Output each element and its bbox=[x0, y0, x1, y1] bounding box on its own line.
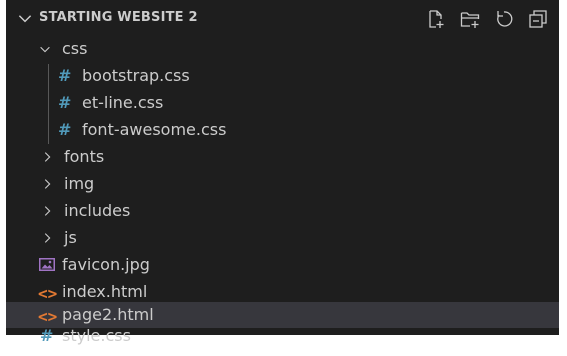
tree-folder-css[interactable]: css bbox=[6, 36, 559, 63]
css-file-icon: # bbox=[58, 93, 72, 112]
tree-file-et-line-css[interactable]: # et-line.css bbox=[6, 90, 559, 117]
image-icon bbox=[39, 258, 55, 271]
new-file-button[interactable] bbox=[425, 8, 447, 30]
css-file-icon: # bbox=[58, 66, 72, 85]
tree-file-font-awesome-css[interactable]: # font-awesome.css bbox=[6, 117, 559, 144]
new-file-icon bbox=[429, 10, 444, 28]
section-title: STARTING WEBSITE 2 bbox=[39, 10, 198, 25]
tree-folder-includes[interactable]: includes bbox=[6, 198, 559, 225]
new-folder-button[interactable] bbox=[459, 8, 481, 30]
collapse-all-button[interactable] bbox=[527, 8, 549, 30]
tree-item-label: style.css bbox=[62, 326, 131, 345]
new-folder-icon bbox=[460, 12, 480, 28]
tree-file-favicon-jpg[interactable]: favicon.jpg bbox=[6, 252, 559, 279]
tree-item-label: bootstrap.css bbox=[82, 66, 190, 85]
screenshot-frame: STARTING WEBSITE 2 css # bootstrap.css #… bbox=[0, 0, 567, 356]
explorer-panel: STARTING WEBSITE 2 css # bootstrap.css #… bbox=[6, 0, 559, 345]
refresh-button[interactable] bbox=[493, 8, 515, 30]
tree-folder-img[interactable]: img bbox=[6, 171, 559, 198]
chevron-down-icon[interactable] bbox=[16, 9, 34, 27]
tree-item-label: js bbox=[64, 228, 77, 247]
chevron-right-icon bbox=[44, 206, 51, 216]
tree-item-label: page2.html bbox=[62, 305, 154, 324]
tree-file-style-css[interactable]: # style.css bbox=[6, 326, 559, 350]
chevron-right-icon bbox=[44, 179, 51, 189]
refresh-icon bbox=[497, 11, 513, 27]
tree-item-label: favicon.jpg bbox=[62, 255, 150, 274]
tree-item-label: css bbox=[62, 39, 88, 58]
tree-folder-js[interactable]: js bbox=[6, 225, 559, 252]
html-file-icon: <> bbox=[38, 284, 58, 303]
tree-item-label: img bbox=[64, 174, 95, 193]
css-file-icon: # bbox=[58, 120, 72, 139]
chevron-right-icon bbox=[44, 152, 51, 162]
tree-folder-fonts[interactable]: fonts bbox=[6, 144, 559, 171]
tree-file-page2-html[interactable]: <> page2.html bbox=[6, 302, 559, 328]
header-actions bbox=[425, 8, 549, 30]
explorer-section-header[interactable]: STARTING WEBSITE 2 bbox=[6, 0, 559, 38]
tree-item-label: includes bbox=[64, 201, 131, 220]
collapse-all-icon bbox=[529, 10, 547, 28]
tree-item-label: font-awesome.css bbox=[82, 120, 227, 139]
tree-file-bootstrap-css[interactable]: # bootstrap.css bbox=[6, 63, 559, 90]
html-file-icon: <> bbox=[38, 307, 58, 326]
tree-item-label: fonts bbox=[64, 147, 105, 166]
chevron-right-icon bbox=[44, 233, 51, 243]
tree-item-label: et-line.css bbox=[82, 93, 164, 112]
css-file-icon: # bbox=[40, 326, 54, 345]
tree-item-label: index.html bbox=[62, 282, 148, 301]
chevron-down-icon bbox=[40, 46, 50, 53]
